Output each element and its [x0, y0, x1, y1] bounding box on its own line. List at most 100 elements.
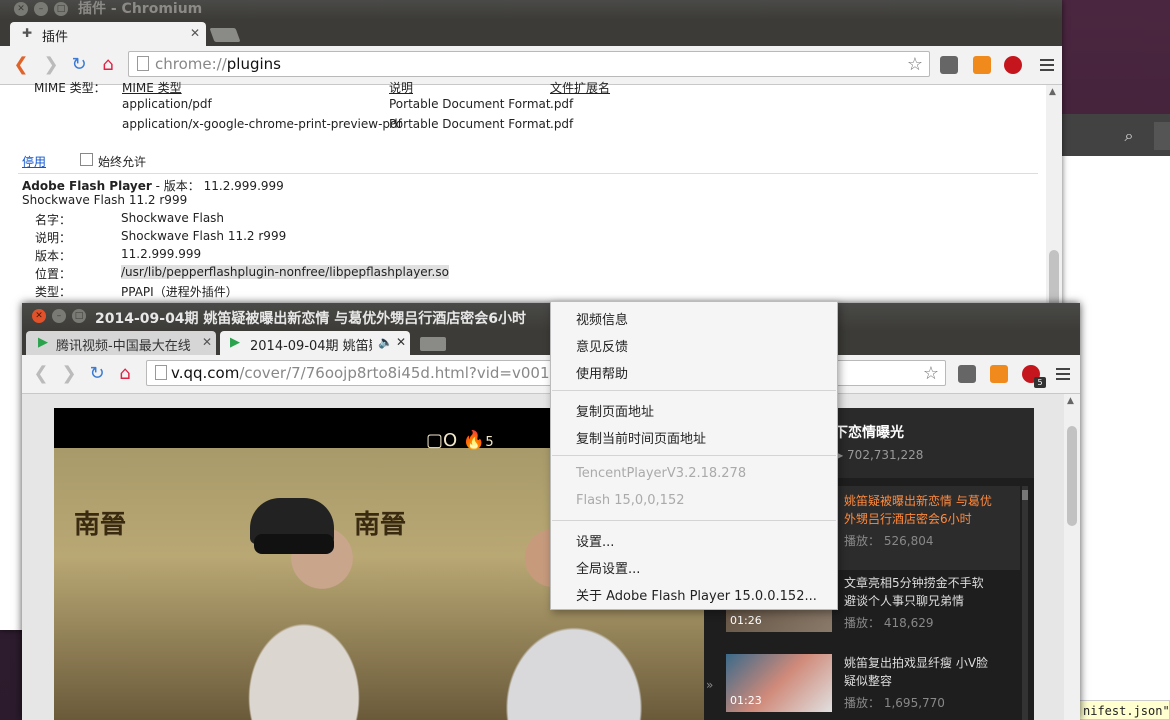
- reload-icon[interactable]: ↻: [68, 54, 90, 76]
- tab-title: 腾讯视频-中国最大在线: [56, 339, 191, 354]
- menu-item-settings[interactable]: 设置...: [576, 531, 614, 550]
- reload-icon[interactable]: ↻: [86, 363, 108, 385]
- page-scrollbar[interactable]: ▲: [1064, 394, 1080, 720]
- menu-separator: [552, 455, 836, 456]
- tencent-video-icon: ▶: [230, 335, 240, 350]
- menu-item-feedback[interactable]: 意见反馈: [576, 336, 628, 355]
- background-menu-icon[interactable]: [1154, 122, 1170, 150]
- forward-icon[interactable]: ❯: [40, 54, 62, 76]
- tab-tencent-home[interactable]: ▶ 腾讯视频-中国最大在线 ✕: [26, 331, 216, 355]
- scrollbar-thumb[interactable]: [1022, 490, 1028, 500]
- scroll-up-icon[interactable]: ▲: [1067, 396, 1074, 406]
- mime-ext: .pdf: [550, 97, 574, 111]
- field-label: 类型：: [35, 285, 72, 299]
- menu-item-player-version: TencentPlayerV3.2.18.278: [576, 466, 747, 481]
- menu-item-copy-url[interactable]: 复制页面地址: [576, 401, 654, 420]
- background-status-bubble: nifest.json" (2: [1074, 700, 1170, 720]
- menu-item-about-flash[interactable]: 关于 Adobe Flash Player 15.0.0.152...: [576, 585, 817, 604]
- address-bar[interactable]: chrome://plugins ☆: [128, 51, 930, 77]
- scrollbar-thumb[interactable]: [1067, 426, 1077, 526]
- window-title: 插件 - Chromium: [78, 1, 203, 17]
- disable-link[interactable]: 停用: [22, 153, 46, 170]
- minimize-window-button[interactable]: –: [52, 309, 66, 323]
- sunglasses-shape: [254, 534, 334, 554]
- item-duration: 01:23: [730, 694, 762, 707]
- menu-item-video-info[interactable]: 视频信息: [576, 309, 628, 328]
- tencent-video-icon: ▶: [38, 335, 48, 350]
- expand-chevron-icon[interactable]: »: [706, 678, 713, 692]
- maximize-window-button[interactable]: □: [72, 309, 86, 323]
- divider: [18, 173, 1038, 174]
- new-tab-button[interactable]: [420, 337, 446, 351]
- star-icon[interactable]: ☆: [907, 54, 923, 75]
- window-title: 2014-09-04期 姚笛疑被曝出新恋情 与葛优外甥吕行酒店密会6小时: [95, 311, 527, 327]
- menu-item-copy-time-url[interactable]: 复制当前时间页面地址: [576, 428, 706, 447]
- menu-item-flash-version: Flash 15,0,0,152: [576, 493, 685, 508]
- field-value: PPAPI（进程外插件）: [121, 285, 238, 299]
- flash-context-menu: 视频信息 意见反馈 使用帮助 复制页面地址 复制当前时间页面地址 Tencent…: [550, 301, 838, 610]
- playlist-item[interactable]: 01:23 姚笛复出拍戏显纤瘦 小V脸疑似整容 播放： 1,695,770: [704, 648, 1020, 720]
- danmaku-counter[interactable]: ▢O 🔥5: [426, 430, 494, 451]
- menu-icon[interactable]: [1040, 56, 1054, 74]
- tab-title: 2014-09-04期 姚笛疑: [250, 339, 372, 354]
- puzzle-icon: ✚: [22, 26, 33, 40]
- search-icon[interactable]: ⌕: [1114, 122, 1144, 150]
- extension-icon[interactable]: [940, 56, 958, 74]
- mime-ext: .pdf: [550, 117, 574, 131]
- close-window-button[interactable]: ✕: [32, 309, 46, 323]
- minimize-window-button[interactable]: –: [34, 2, 48, 16]
- mime-desc: Portable Document Format: [389, 97, 551, 111]
- flash-subtitle: Shockwave Flash 11.2 r999: [22, 193, 188, 207]
- page-icon: [155, 365, 167, 380]
- item-plays: 播放： 526,804: [844, 534, 934, 548]
- tab-close-icon[interactable]: ✕: [190, 26, 200, 40]
- playlist-count: ▶ 702,731,228: [834, 448, 924, 462]
- desc-header: 说明: [389, 81, 414, 95]
- field-label: 名字：: [35, 213, 72, 227]
- maximize-window-button[interactable]: □: [54, 2, 68, 16]
- scrollbar-thumb[interactable]: [1049, 250, 1059, 310]
- star-icon[interactable]: ☆: [923, 363, 939, 384]
- mime-type: application/x-google-chrome-print-previe…: [122, 117, 402, 131]
- back-icon[interactable]: ❮: [30, 363, 52, 385]
- forward-icon[interactable]: ❯: [58, 363, 80, 385]
- field-value: 11.2.999.999: [121, 247, 202, 261]
- field-label: 说明：: [35, 231, 72, 245]
- menu-item-global-settings[interactable]: 全局设置...: [576, 558, 640, 577]
- tab-plugins[interactable]: ✚ 插件 ✕: [10, 22, 206, 46]
- new-tab-button[interactable]: [209, 28, 241, 42]
- close-window-button[interactable]: ✕: [14, 2, 28, 16]
- playlist-title: 下恋情曝光: [834, 425, 904, 441]
- tab-close-icon[interactable]: ✕: [202, 335, 212, 349]
- home-icon[interactable]: ⌂: [97, 54, 119, 76]
- flash-heading: Adobe Flash Player - 版本： 11.2.999.999: [22, 179, 284, 193]
- field-value: /usr/lib/pepperflashplugin-nonfree/libpe…: [121, 265, 449, 279]
- tab-video-page[interactable]: ▶ 2014-09-04期 姚笛疑 🔈 ✕: [220, 331, 410, 355]
- extension-icon[interactable]: [973, 56, 991, 74]
- always-allow-checkbox[interactable]: [80, 153, 93, 166]
- home-icon[interactable]: ⌂: [114, 363, 136, 385]
- window-titlebar: ✕ – □ 插件 - Chromium: [0, 0, 1062, 20]
- adblock-icon[interactable]: [1004, 56, 1022, 74]
- mime-type: application/pdf: [122, 97, 212, 111]
- item-title: 姚笛疑被曝出新恋情 与葛优外甥吕行酒店密会6小时: [844, 494, 992, 526]
- adblock-badge: 5: [1034, 377, 1046, 388]
- menu-icon[interactable]: [1056, 365, 1070, 383]
- mime-label: MIME 类型：: [34, 81, 106, 95]
- page-icon: [137, 56, 149, 71]
- field-label: 版本：: [35, 249, 72, 263]
- tab-close-icon[interactable]: ✕: [396, 335, 406, 349]
- tab-title: 插件: [42, 30, 69, 45]
- video-page: 南晉 南晉 南晉 ▢O 🔥5 下恋情曝光 ▶ 702,731,228 姚笛疑被曝…: [22, 394, 1064, 720]
- back-icon[interactable]: ❮: [10, 54, 32, 76]
- always-allow-label: 始终允许: [98, 155, 147, 169]
- field-value: Shockwave Flash 11.2 r999: [121, 229, 287, 243]
- extension-icon[interactable]: [958, 365, 976, 383]
- playlist-scrollbar[interactable]: [1022, 486, 1028, 720]
- mime-header: MIME 类型: [122, 81, 182, 95]
- menu-item-help[interactable]: 使用帮助: [576, 363, 628, 382]
- item-plays: 播放： 1,695,770: [844, 696, 945, 710]
- backdrop-text: 南晉: [354, 510, 407, 540]
- scroll-up-icon[interactable]: ▲: [1049, 87, 1056, 97]
- extension-icon[interactable]: [990, 365, 1008, 383]
